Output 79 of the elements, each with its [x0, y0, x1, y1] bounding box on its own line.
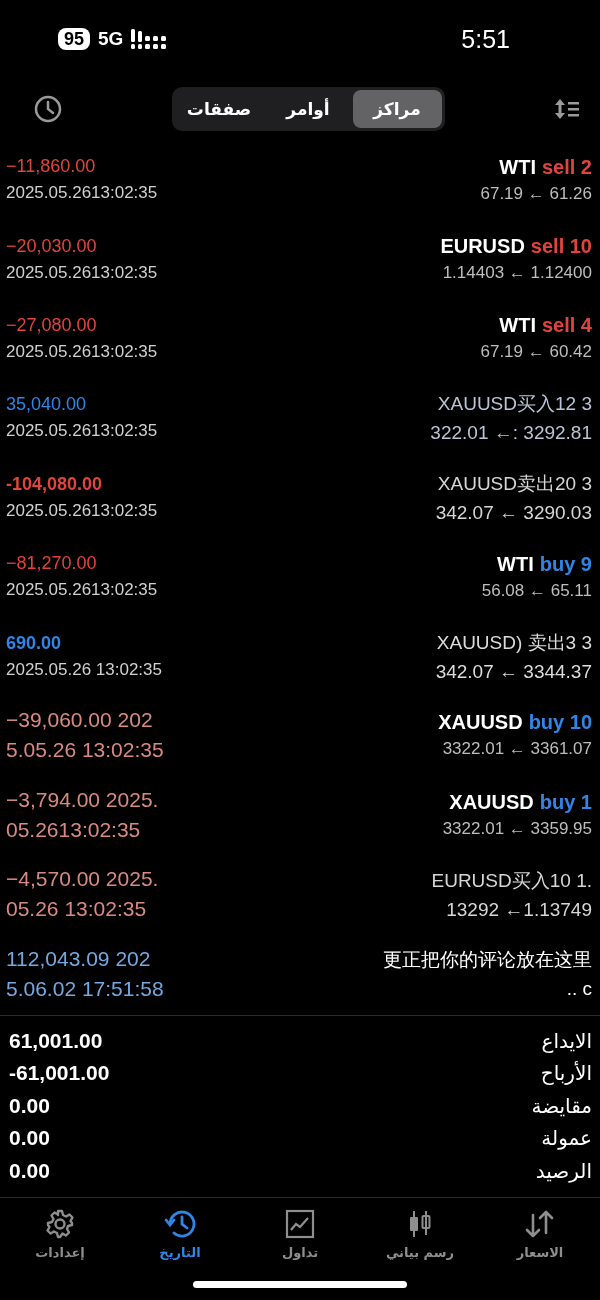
- trade-title: XAUUSD卖出20 3: [437, 471, 592, 496]
- price-change: 56.08 ← 65.11: [481, 580, 592, 601]
- trade-time: 2025.05.2613:02:35: [6, 341, 158, 362]
- order-side: buy 9: [539, 552, 592, 576]
- profit-value: −39,060.00 202: [6, 708, 153, 733]
- nav-tab[interactable]: تداول: [250, 1208, 350, 1262]
- nav-tab[interactable]: إعدادات: [10, 1208, 110, 1262]
- trade-time: 2025.05.2613:02:35: [6, 183, 158, 204]
- symbol-label: XAUUSD: [438, 711, 523, 735]
- order-side: sell 2: [541, 155, 592, 179]
- nav-tab[interactable]: الاسعار: [490, 1208, 590, 1262]
- price-change: 3322.01 ← 3359.95: [442, 818, 592, 839]
- price-change: .. c: [566, 978, 592, 1001]
- candlestick-icon: [407, 1209, 433, 1240]
- sort-icon[interactable]: [554, 97, 580, 121]
- price-change: 3322.01 ← 3361.07: [442, 739, 592, 760]
- trade-time: 2025.05.2613:02:35: [6, 580, 158, 601]
- segment-tab[interactable]: أوامر: [263, 90, 353, 128]
- up-down-arrows-icon: [524, 1209, 556, 1240]
- summary-label: عمولة: [541, 1126, 592, 1151]
- summary-value: 0.00: [9, 1126, 50, 1151]
- symbol-label: WTI: [499, 314, 536, 338]
- summary-label: مقايضة: [531, 1093, 592, 1118]
- profit-value: 35,040.00: [6, 394, 87, 416]
- trade-title: 更正把你的评论放在这里: [383, 948, 592, 973]
- nav-tab[interactable]: رسم بياني: [370, 1208, 470, 1262]
- network-label: 5G: [98, 28, 124, 50]
- trade-title: XAUUSD) 卖出3 3: [436, 630, 592, 655]
- summary-value: 0.00: [9, 1158, 50, 1183]
- symbol-label: WTI: [497, 552, 534, 576]
- trade-time: 5.06.02 17:51:58: [6, 976, 164, 1001]
- summary-label: الأرباح: [540, 1061, 592, 1086]
- segment-tab[interactable]: صفقات: [174, 90, 264, 128]
- trade-time: 2025.05.26 13:02:35: [6, 659, 162, 680]
- price-change: 1.14403 ← 1.12400: [442, 263, 592, 284]
- history-icon: [164, 1209, 196, 1240]
- symbol-label: XAUUSD: [449, 790, 534, 814]
- order-side: buy 1: [539, 790, 592, 814]
- price-change: 342.07 ← 3290.03: [435, 501, 592, 524]
- profit-value: −20,030.00: [6, 235, 97, 257]
- order-side: buy 10: [528, 711, 592, 735]
- summary-label: الرصيد: [535, 1158, 592, 1183]
- symbol-label: EURUSD: [440, 235, 525, 259]
- nav-tab[interactable]: التاريخ: [130, 1208, 230, 1262]
- settings-icon: [45, 1209, 75, 1240]
- summary-value: 0.00: [9, 1093, 50, 1118]
- battery-indicator: 95: [58, 28, 91, 50]
- symbol-label: WTI: [499, 155, 536, 179]
- line-chart-icon: [285, 1209, 315, 1240]
- summary-value: -61,001.00: [9, 1061, 110, 1086]
- summary-label: الايداع: [541, 1028, 592, 1053]
- summary-value: 61,001.00: [9, 1028, 103, 1053]
- profit-value: -104,080.00: [6, 473, 103, 495]
- trade-time: 05.2613:02:35: [6, 817, 141, 842]
- profit-value: −11,860.00: [6, 156, 96, 178]
- order-side: sell 10: [530, 235, 592, 259]
- profit-value: −27,080.00: [6, 314, 97, 336]
- price-change: 342.07 ← 3344.37: [435, 660, 592, 683]
- profit-value: 112,043.09 202: [6, 946, 151, 971]
- order-side: sell 4: [541, 314, 592, 338]
- clock-icon[interactable]: [34, 95, 62, 123]
- trade-time: 5.05.26 13:02:35: [6, 738, 164, 763]
- status-time: 5:51: [461, 24, 510, 54]
- profit-value: −4,570.00 2025.: [6, 867, 159, 892]
- profit-value: 690.00: [6, 632, 62, 654]
- trade-title: XAUUSD买入12 3: [437, 392, 592, 417]
- trade-time: 2025.05.2613:02:35: [6, 500, 158, 521]
- price-change: 322.01 ←: 3292.81: [430, 422, 592, 445]
- segment-tab[interactable]: مراكز: [352, 90, 442, 128]
- trade-title: EURUSD买入10 1.: [431, 868, 592, 893]
- signal-icon: [131, 29, 168, 49]
- trade-time: 2025.05.2613:02:35: [6, 262, 158, 283]
- profit-value: −81,270.00: [6, 553, 97, 575]
- trade-time: 05.26 13:02:35: [6, 897, 147, 922]
- profit-value: −3,794.00 2025.: [6, 787, 159, 812]
- trade-time: 2025.05.2613:02:35: [6, 421, 158, 442]
- price-change: 13292 ←1.13749: [446, 898, 592, 921]
- price-change: 67.19 ← 61.26: [480, 183, 592, 204]
- price-change: 67.19 ← 60.42: [480, 342, 592, 363]
